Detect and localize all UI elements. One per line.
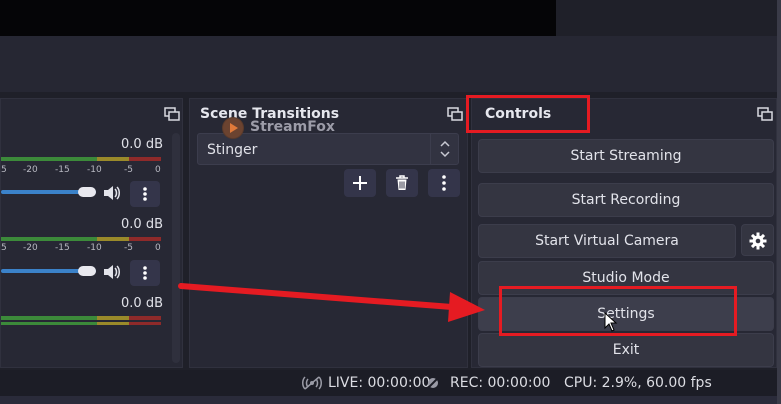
start-recording-button[interactable]: Start Recording xyxy=(478,183,774,217)
status-bar: LIVE: 00:00:00 REC: 00:00:00 CPU: 2.9%, … xyxy=(0,370,781,396)
obs-window: 0.0 dB 5 -20 -15 -10 -5 0 0.0 dB 5 -20 -… xyxy=(0,0,781,404)
start-virtual-camera-button[interactable]: Start Virtual Camera xyxy=(478,224,736,258)
speaker-icon[interactable] xyxy=(102,264,120,280)
db-readout: 0.0 dB xyxy=(121,296,163,311)
remove-transition-button[interactable] xyxy=(386,169,418,197)
streamfox-logo-icon xyxy=(222,117,244,139)
volume-handle[interactable] xyxy=(78,266,96,276)
preview-canvas xyxy=(0,0,556,36)
transition-select-value: Stinger xyxy=(207,142,258,158)
level-meter xyxy=(1,157,161,161)
start-streaming-button[interactable]: Start Streaming xyxy=(478,139,774,173)
live-signal-icon xyxy=(302,375,322,391)
meter-ticks: 5 -20 -15 -10 -5 0 xyxy=(1,165,161,175)
watermark: StreamFox xyxy=(222,117,335,141)
mouse-cursor-icon xyxy=(604,312,618,332)
track-menu-button[interactable] xyxy=(130,181,160,207)
kebab-icon xyxy=(442,175,446,191)
transition-properties-button[interactable] xyxy=(428,169,460,197)
cpu-fps-readout: CPU: 2.9%, 60.00 fps xyxy=(564,375,712,391)
window-edge xyxy=(777,0,781,404)
rec-timer: REC: 00:00:00 xyxy=(450,375,551,391)
exit-button[interactable]: Exit xyxy=(478,333,774,367)
mixer-scrollbar[interactable] xyxy=(172,133,180,363)
watermark-text: StreamFox xyxy=(250,119,335,135)
kebab-icon xyxy=(143,266,147,280)
speaker-icon[interactable] xyxy=(102,185,120,201)
level-meter xyxy=(1,322,161,325)
volume-handle[interactable] xyxy=(78,187,96,197)
db-readout: 0.0 dB xyxy=(121,137,163,152)
settings-highlight-box xyxy=(499,286,737,336)
preview-area xyxy=(0,36,781,92)
level-meter xyxy=(1,237,161,241)
audio-mixer-dock: 0.0 dB 5 -20 -15 -10 -5 0 0.0 dB 5 -20 -… xyxy=(0,98,183,368)
meter-ticks: 5 -20 -15 -10 -5 0 xyxy=(1,243,161,253)
updown-chevron-icon xyxy=(430,134,458,164)
live-timer: LIVE: 00:00:00 xyxy=(328,375,431,391)
gear-icon xyxy=(749,232,766,250)
level-meter xyxy=(1,316,161,320)
track-menu-button[interactable] xyxy=(130,260,160,286)
undock-icon[interactable] xyxy=(757,107,773,121)
kebab-icon xyxy=(143,187,147,201)
db-readout: 0.0 dB xyxy=(121,217,163,232)
trash-icon xyxy=(396,175,408,190)
add-transition-button[interactable] xyxy=(344,169,376,197)
controls-highlight-box xyxy=(466,95,590,133)
virtual-camera-config-button[interactable] xyxy=(741,224,774,256)
undock-icon[interactable] xyxy=(164,107,180,121)
undock-icon[interactable] xyxy=(447,107,463,121)
plus-icon xyxy=(353,176,367,190)
taskbar-strip xyxy=(0,396,781,404)
rec-icon xyxy=(425,375,441,391)
